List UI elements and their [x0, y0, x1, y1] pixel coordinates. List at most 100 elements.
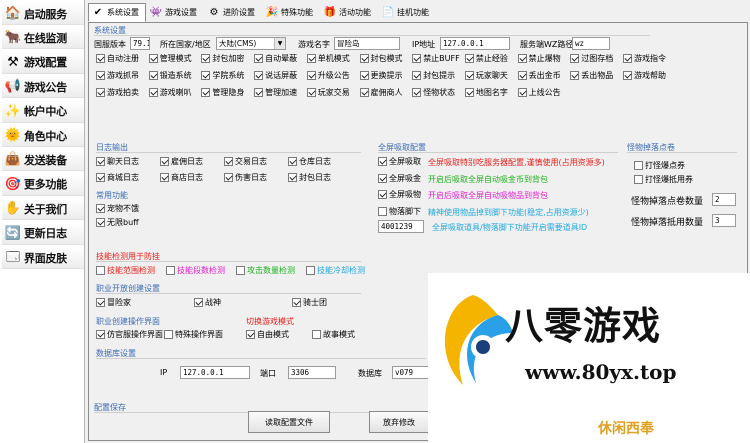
sidebar-item[interactable]: 🔄 更新日志 — [2, 222, 84, 245]
option-checkbox[interactable]: 丢出金币 — [517, 70, 561, 81]
option-checkbox[interactable]: 单机模式 — [306, 53, 350, 64]
common-checkbox[interactable]: 宠物不饿 — [96, 203, 139, 214]
tab-1[interactable]: 👾 游戏设置 — [146, 3, 204, 22]
coupon-input[interactable]: 3 — [712, 214, 736, 227]
common-checkbox[interactable]: 无限buff — [96, 217, 139, 228]
option-checkbox[interactable]: 上线公告 — [517, 87, 561, 98]
checkbox-box — [359, 71, 369, 80]
option-checkbox[interactable]: 管理隐身 — [201, 87, 244, 98]
monster-drop-checkbox[interactable]: 打怪爆点券 — [634, 160, 685, 171]
sidebar-item[interactable]: 🎯 更多功能 — [2, 173, 84, 196]
sidebar-item[interactable]: 🌞 角色中心 — [2, 125, 84, 147]
sidebar-item[interactable]: ⚒ 游戏配置 — [2, 51, 84, 74]
log-checkbox[interactable]: 封包日志 — [288, 172, 331, 183]
item-id-input[interactable]: 4001239 — [378, 220, 424, 233]
log-checkbox[interactable]: 交易日志 — [224, 156, 267, 167]
point-input[interactable]: 2 — [712, 193, 736, 206]
monster-drop-checkbox[interactable]: 打怪爆抵用券 — [634, 174, 693, 185]
option-checkbox[interactable]: 过图存档 — [570, 53, 613, 64]
section-job-open-line — [96, 293, 361, 294]
option-checkbox[interactable]: 升级公告 — [306, 70, 350, 81]
option-checkbox[interactable]: 管理模式 — [148, 53, 192, 64]
checkbox-box — [464, 88, 474, 97]
option-checkbox[interactable]: 玩家交易 — [306, 87, 350, 98]
option-checkbox[interactable]: 禁止爆物 — [517, 53, 561, 64]
log-checkbox[interactable]: 商城日志 — [96, 172, 139, 183]
db-ip-input[interactable]: 127.0.0.1 — [180, 366, 250, 379]
option-checkbox[interactable]: 地图名字 — [464, 87, 508, 98]
discard-button[interactable]: 放弃修改 — [369, 411, 429, 433]
sidebar-item[interactable]: 🐂 在线监测 — [2, 27, 84, 50]
global-drop-checkbox[interactable]: 物落脚下 — [378, 206, 421, 217]
option-checkbox[interactable]: 雇佣商人 — [359, 87, 403, 98]
ip-input[interactable]: 127.0.0.1 — [440, 37, 510, 50]
option-checkbox[interactable]: 游戏抓吊 — [96, 70, 139, 81]
job-open-checkbox[interactable]: 战神 — [194, 297, 221, 308]
global-drop-checkbox[interactable]: 全屏吸物 — [378, 189, 421, 200]
anticheat-checkbox[interactable]: 技能段数检测 — [166, 265, 225, 276]
job-ui-checkbox[interactable]: 特殊操作界面 — [164, 329, 223, 340]
log-checkbox[interactable]: 仓库日志 — [288, 156, 331, 167]
option-checkbox[interactable]: 游戏喇叭 — [148, 87, 192, 98]
option-checkbox[interactable]: 更换提示 — [359, 70, 403, 81]
option-checkbox[interactable]: 封包模式 — [359, 53, 403, 64]
option-checkbox[interactable]: 管理加速 — [254, 87, 297, 98]
sidebar-item[interactable]: ✋ 关于我们 — [2, 198, 84, 221]
sidebar-item-icon: 🌞 — [4, 128, 22, 143]
sidebar-item[interactable]: 👜 发送装备 — [2, 149, 84, 172]
db-port-input[interactable]: 3306 — [288, 366, 336, 379]
log-checkbox[interactable]: 雇佣日志 — [160, 156, 203, 167]
region-select[interactable]: 大陆(CMS) ▼ — [216, 37, 286, 50]
game-name-input[interactable]: 冒险岛 — [334, 37, 400, 50]
job-ui-checkbox[interactable]: 仿官服操作界面 — [96, 329, 163, 340]
anticheat-checkbox[interactable]: 攻击数量检测 — [236, 265, 295, 276]
anticheat-checkbox[interactable]: 技能冷却检测 — [306, 265, 365, 276]
db-name-input[interactable]: v079 — [392, 366, 432, 379]
option-checkbox[interactable]: 怪物状态 — [412, 87, 455, 98]
option-checkbox[interactable]: 丢出物品 — [570, 70, 613, 81]
option-checkbox[interactable]: 禁止经验 — [464, 53, 508, 64]
job-open-checkbox[interactable]: 骑士团 — [292, 297, 327, 308]
mode-checkbox[interactable]: 自由模式 — [246, 329, 289, 340]
option-checkbox[interactable]: 游戏指令 — [623, 53, 666, 64]
checkbox-box — [517, 71, 527, 80]
sidebar-item[interactable]: 🏠 启动服务 — [2, 3, 84, 25]
sidebar-item[interactable]: ✨ 帐户中心 — [2, 100, 84, 123]
wz-input[interactable]: wz — [572, 37, 610, 50]
tab-5[interactable]: 📄 挂机功能 — [378, 3, 436, 22]
log-checkbox[interactable]: 聊天日志 — [96, 156, 139, 167]
option-checkbox[interactable]: 封包加密 — [201, 53, 244, 64]
tab-2[interactable]: ⚙ 进阶设置 — [204, 3, 262, 22]
checkbox-box — [254, 88, 264, 97]
global-drop-checkbox[interactable]: 全屏吸金 — [378, 173, 421, 184]
checkbox-box — [378, 173, 387, 183]
sidebar-item[interactable]: 📢 游戏公告 — [2, 76, 84, 99]
option-checkbox[interactable]: 说话屏蔽 — [254, 70, 297, 81]
option-checkbox[interactable]: 游戏拍卖 — [96, 87, 139, 98]
option-checkbox[interactable]: 自动注册 — [96, 53, 139, 64]
sidebar-item[interactable]: 🗔 界面皮肤 — [2, 247, 84, 269]
option-checkbox-label: 封包加密 — [212, 54, 245, 63]
option-checkbox[interactable]: 锻造系统 — [148, 70, 192, 81]
job-open-checkbox[interactable]: 冒险家 — [96, 297, 131, 308]
global-drop-checkbox[interactable]: 全屏吸取 — [378, 156, 421, 167]
tab-0[interactable]: ✔ 系统设置 — [88, 3, 146, 22]
checkbox-box — [96, 173, 105, 182]
option-checkbox[interactable]: 自动晕蔽 — [254, 53, 297, 64]
tab-3[interactable]: 🎉 特殊功能 — [262, 3, 320, 22]
tab-icon: 📄 — [381, 7, 395, 18]
tab-4[interactable]: 🎁 活动功能 — [320, 3, 378, 22]
option-checkbox[interactable]: 禁止BUFF — [412, 53, 460, 64]
checkbox-box — [306, 88, 316, 97]
option-checkbox[interactable]: 游戏帮助 — [623, 70, 666, 81]
option-checkbox[interactable]: 封包提示 — [412, 70, 455, 81]
log-checkbox[interactable]: 商店日志 — [160, 172, 203, 183]
option-checkbox[interactable]: 学院系统 — [201, 70, 244, 81]
option-checkbox[interactable]: 玩家聊天 — [464, 70, 508, 81]
tab-icon: 🎁 — [323, 7, 337, 18]
read-config-button[interactable]: 读取配置文件 — [248, 411, 330, 433]
log-checkbox[interactable]: 伤害日志 — [224, 172, 267, 183]
version-input[interactable]: 79.1 — [130, 37, 150, 50]
mode-checkbox[interactable]: 故事模式 — [312, 329, 355, 340]
anticheat-checkbox[interactable]: 技能范围检测 — [96, 265, 155, 276]
